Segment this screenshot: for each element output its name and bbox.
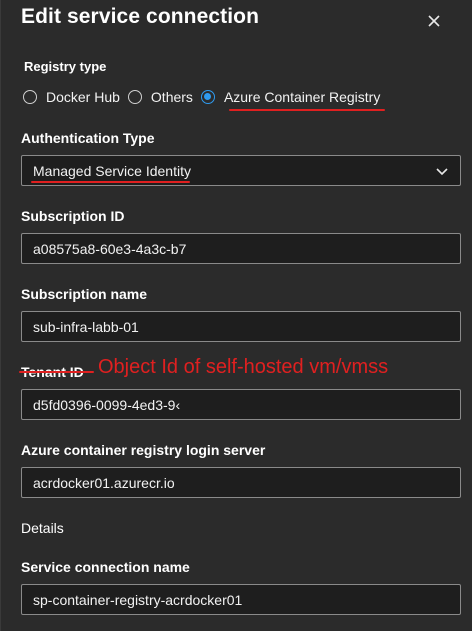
subscription-id-label: Subscription ID (21, 208, 125, 224)
authentication-type-label: Authentication Type (21, 130, 155, 146)
radio-circle[interactable] (23, 90, 37, 104)
registry-type-radio-group: Docker Hub Others Azure Container Regist… (23, 86, 388, 108)
annotation-underline-registry (229, 109, 385, 111)
radio-others[interactable]: Others (127, 89, 193, 105)
service-connection-name-value: sp-container-registry-acrdocker01 (33, 591, 243, 608)
tenant-id-value: d5fd0396-0099-4ed3-9‹ (33, 396, 181, 413)
annotation-strike-tenant (19, 371, 94, 373)
radio-others-label: Others (150, 89, 193, 105)
close-icon[interactable] (423, 10, 445, 32)
subscription-name-label: Subscription name (21, 286, 148, 302)
service-connection-name-label: Service connection name (21, 559, 190, 575)
registry-type-label: Registry type (24, 59, 107, 74)
subscription-name-input[interactable]: sub-infra-labb-01 (21, 311, 461, 342)
service-connection-name-input[interactable]: sp-container-registry-acrdocker01 (21, 584, 461, 615)
subscription-name-value: sub-infra-labb-01 (33, 318, 139, 335)
radio-circle-selected[interactable] (200, 90, 215, 104)
login-server-value: acrdocker01.azurecr.io (33, 474, 175, 491)
subscription-id-value: a08575a8-60e3-4a3c-b7 (33, 240, 187, 257)
authentication-type-value: Managed Service Identity (33, 162, 191, 179)
chevron-down-icon[interactable] (435, 165, 449, 181)
radio-azure-container-registry[interactable]: Azure Container Registry (200, 89, 381, 105)
login-server-input[interactable]: acrdocker01.azurecr.io (21, 467, 461, 498)
details-heading: Details (21, 520, 64, 536)
dialog-title: Edit service connection (21, 5, 260, 28)
radio-circle[interactable] (127, 90, 142, 104)
edit-service-connection-panel: Edit service connection Registry type Do… (0, 0, 472, 631)
radio-docker-hub-label: Docker Hub (46, 89, 120, 105)
subscription-id-input[interactable]: a08575a8-60e3-4a3c-b7 (21, 233, 461, 264)
annotation-underline-auth (31, 181, 190, 183)
login-server-label: Azure container registry login server (21, 442, 266, 458)
annotation-text: Object Id of self-hosted vm/vmss (98, 356, 389, 378)
radio-azure-container-registry-label: Azure Container Registry (223, 89, 381, 105)
radio-docker-hub[interactable]: Docker Hub (23, 89, 120, 105)
tenant-id-input[interactable]: d5fd0396-0099-4ed3-9‹ (21, 389, 461, 420)
